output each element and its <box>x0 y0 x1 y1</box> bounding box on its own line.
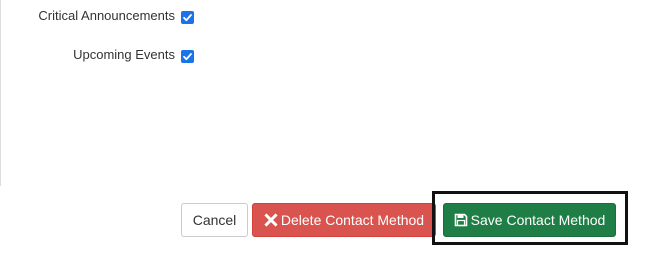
save-contact-method-button[interactable]: Save Contact Method <box>443 203 616 237</box>
delete-contact-method-button[interactable]: Delete Contact Method <box>252 203 436 237</box>
upcoming-events-label: Upcoming Events <box>73 47 175 62</box>
upcoming-events-checkbox[interactable] <box>181 50 194 63</box>
close-x-icon <box>264 213 278 227</box>
cancel-button-label: Cancel <box>192 212 237 228</box>
checkmark-icon <box>183 14 192 22</box>
save-button-label: Save Contact Method <box>470 212 606 228</box>
panel-divider <box>0 0 1 186</box>
cancel-button[interactable]: Cancel <box>181 203 248 237</box>
critical-announcements-checkbox[interactable] <box>181 11 194 24</box>
delete-button-label: Delete Contact Method <box>280 212 425 228</box>
contact-method-form: Critical Announcements Upcoming Events C… <box>0 0 645 263</box>
floppy-disk-icon <box>454 213 468 227</box>
critical-announcements-label: Critical Announcements <box>38 8 175 23</box>
checkmark-icon <box>183 53 192 61</box>
